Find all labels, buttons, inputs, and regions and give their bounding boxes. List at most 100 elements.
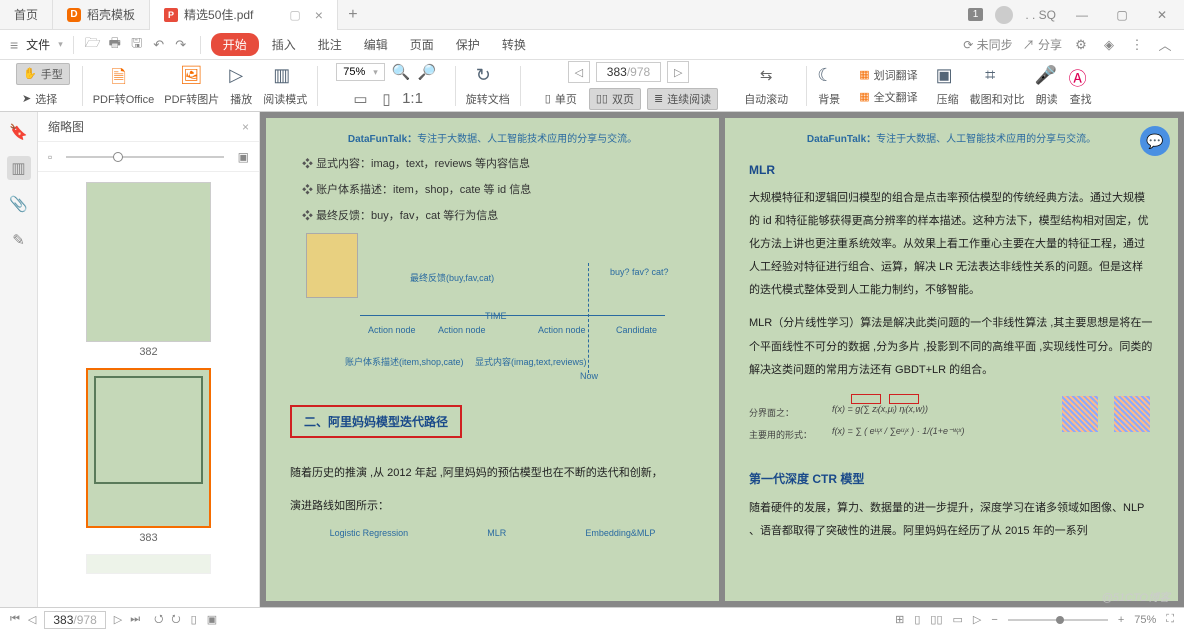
thumb-list[interactable]: 382 383 bbox=[38, 172, 259, 607]
skin-icon[interactable]: ◈ bbox=[1100, 36, 1118, 54]
double-page-button[interactable]: ▯▯双页 bbox=[589, 88, 641, 110]
sync-status[interactable]: ⟳ 未同步 bbox=[963, 36, 1012, 53]
next-page-button[interactable]: ▷ bbox=[667, 61, 689, 83]
open-icon[interactable]: 🗁 bbox=[84, 36, 102, 54]
menu-edit[interactable]: 编辑 bbox=[355, 34, 397, 55]
tab-restore-icon[interactable]: ▢ bbox=[289, 8, 300, 22]
page-input[interactable]: 383/978 bbox=[596, 62, 661, 82]
print-icon[interactable]: 🖶 bbox=[106, 36, 124, 54]
compress-button[interactable]: ▣压缩 bbox=[932, 63, 964, 109]
fullscreen-icon[interactable]: ⛶ bbox=[1166, 613, 1174, 626]
maximize-button[interactable]: ▢ bbox=[1108, 8, 1136, 22]
menu-insert[interactable]: 插入 bbox=[263, 34, 305, 55]
read-icon[interactable]: ▭ bbox=[953, 613, 963, 626]
fit-icon[interactable]: ⊞ bbox=[895, 613, 904, 626]
prev-page-button[interactable]: ◁ bbox=[568, 61, 590, 83]
close-icon[interactable]: × bbox=[242, 120, 249, 134]
page-input[interactable]: 383/978 bbox=[44, 611, 105, 629]
read-aloud-button[interactable]: 🎤朗读 bbox=[1031, 63, 1063, 109]
separator bbox=[317, 66, 318, 106]
play-button[interactable]: ▷播放 bbox=[225, 63, 257, 109]
full-translate-button[interactable]: ▦全文翻译 bbox=[853, 87, 923, 107]
layout-icon[interactable]: ▯▯ bbox=[930, 613, 942, 626]
file-menu[interactable]: 文件 bbox=[26, 36, 50, 53]
fit-width-icon[interactable]: ▭ bbox=[351, 89, 371, 109]
view-mode-icon[interactable]: ▣ bbox=[207, 613, 217, 626]
share-button[interactable]: ↗ 分享 bbox=[1023, 36, 1062, 53]
hamburger-icon[interactable]: ≡ bbox=[10, 37, 18, 53]
redo-icon[interactable]: ↷ bbox=[172, 36, 190, 54]
first-page-icon[interactable]: ⏮ bbox=[10, 613, 20, 626]
screenshot-button[interactable]: ⌗截图和对比 bbox=[966, 63, 1029, 109]
new-tab-button[interactable]: + bbox=[338, 6, 368, 24]
read-mode-button[interactable]: ▥阅读模式 bbox=[259, 63, 311, 109]
minimize-button[interactable]: — bbox=[1068, 8, 1096, 22]
play-icon[interactable]: ▷ bbox=[973, 613, 981, 626]
background-button[interactable]: ☾背景 bbox=[813, 63, 845, 109]
menu-start[interactable]: 开始 bbox=[211, 33, 259, 56]
tab-active-document[interactable]: P 精选50佳.pdf ▢ × bbox=[150, 0, 338, 30]
close-button[interactable]: ✕ bbox=[1148, 8, 1176, 22]
tab-templates[interactable]: D 稻壳模板 bbox=[53, 0, 150, 30]
thumb-small-icon[interactable]: ▫ bbox=[48, 150, 52, 164]
layout-icon[interactable]: ▯ bbox=[914, 613, 920, 626]
menu-protect[interactable]: 保护 bbox=[447, 34, 489, 55]
notification-badge[interactable]: 1 bbox=[968, 8, 984, 21]
auto-scroll-button[interactable]: 自动滚动 bbox=[738, 89, 794, 109]
jump-button[interactable]: ⇆ bbox=[750, 63, 782, 87]
more-icon[interactable]: ⋮ bbox=[1128, 36, 1146, 54]
undo-icon[interactable]: ↶ bbox=[150, 36, 168, 54]
thumbnails-icon[interactable]: ▥ bbox=[7, 156, 31, 180]
zoom-in-icon[interactable]: 🔎 bbox=[417, 62, 437, 82]
single-page-button[interactable]: ▯单页 bbox=[539, 89, 583, 109]
thumb-size-slider[interactable] bbox=[66, 156, 223, 158]
close-icon[interactable]: × bbox=[315, 7, 323, 23]
thumb-item[interactable]: 382 bbox=[86, 182, 211, 358]
thumb-item[interactable]: 383 bbox=[86, 368, 211, 544]
view-mode-icon[interactable]: ▯ bbox=[191, 613, 197, 626]
attachment-icon[interactable]: 📎 bbox=[7, 192, 31, 216]
save-icon[interactable]: 🖫 bbox=[128, 36, 146, 54]
actual-size-icon[interactable]: 1:1 bbox=[403, 89, 423, 109]
fit-page-icon[interactable]: ▯ bbox=[377, 89, 397, 109]
hand-tool-button[interactable]: ✋手型 bbox=[16, 63, 70, 85]
separator bbox=[520, 66, 521, 106]
next-page-icon[interactable]: ▷ bbox=[114, 613, 122, 626]
docer-icon: D bbox=[67, 8, 81, 22]
zoom-value[interactable]: 75% bbox=[1134, 614, 1156, 626]
signature-icon[interactable]: ✎ bbox=[7, 228, 31, 252]
continuous-button[interactable]: ≣连续阅读 bbox=[647, 88, 718, 110]
pdf-to-image-button[interactable]: 🖼PDF转图片 bbox=[160, 63, 223, 109]
section-heading: 二、阿里妈妈模型迭代路径 bbox=[290, 405, 462, 438]
zoom-slider[interactable] bbox=[1008, 619, 1108, 621]
select-tool-button[interactable]: ➤选择 bbox=[16, 89, 63, 109]
menu-page[interactable]: 页面 bbox=[401, 34, 443, 55]
zoom-out-icon[interactable]: − bbox=[991, 614, 997, 626]
pdf-to-office-button[interactable]: 🗎PDF转Office bbox=[89, 63, 159, 109]
menu-annotate[interactable]: 批注 bbox=[309, 34, 351, 55]
zoom-in-icon[interactable]: + bbox=[1118, 614, 1124, 626]
collapse-ribbon-icon[interactable]: ︿ bbox=[1156, 36, 1174, 54]
separator bbox=[73, 36, 74, 54]
nav-fwd-icon[interactable]: ⭮ bbox=[171, 610, 180, 629]
menu-convert[interactable]: 转换 bbox=[493, 34, 535, 55]
thumb-large-icon[interactable]: ▣ bbox=[238, 150, 249, 164]
paragraph: 大规模特征和逻辑回归模型的组合是点击率预估模型的传统经典方法。通过大规模的 id… bbox=[749, 187, 1154, 302]
bookmark-icon[interactable]: 🔖 bbox=[7, 120, 31, 144]
last-page-icon[interactable]: ⏭ bbox=[130, 613, 140, 626]
zoom-select[interactable]: 75%▾ bbox=[336, 63, 385, 81]
word-translate-button[interactable]: ▦划词翻译 bbox=[853, 65, 923, 85]
zoom-out-icon[interactable]: 🔍 bbox=[391, 62, 411, 82]
find-button[interactable]: Ⓐ查找 bbox=[1065, 63, 1097, 109]
menubar: ≡ 文件 ▾ 🗁 🖶 🖫 ↶ ↷ 开始 插入 批注 编辑 页面 保护 转换 ⟳ … bbox=[0, 30, 1184, 60]
prev-page-icon[interactable]: ◁ bbox=[28, 613, 36, 626]
document-view[interactable]: DataFunTalk：专注于大数据、人工智能技术应用的分享与交流。 显式内容：… bbox=[260, 112, 1184, 607]
rotate-button[interactable]: ↻旋转文档 bbox=[462, 63, 514, 109]
avatar[interactable] bbox=[995, 6, 1013, 24]
gear-icon[interactable]: ⚙ bbox=[1072, 36, 1090, 54]
thumb-item[interactable] bbox=[86, 554, 211, 574]
tab-home[interactable]: 首页 bbox=[0, 0, 53, 30]
titlebar: 首页 D 稻壳模板 P 精选50佳.pdf ▢ × + 1 . . SQ — ▢… bbox=[0, 0, 1184, 30]
nav-back-icon[interactable]: ⭯ bbox=[154, 610, 163, 629]
assistant-button[interactable]: 💬 bbox=[1140, 126, 1170, 156]
